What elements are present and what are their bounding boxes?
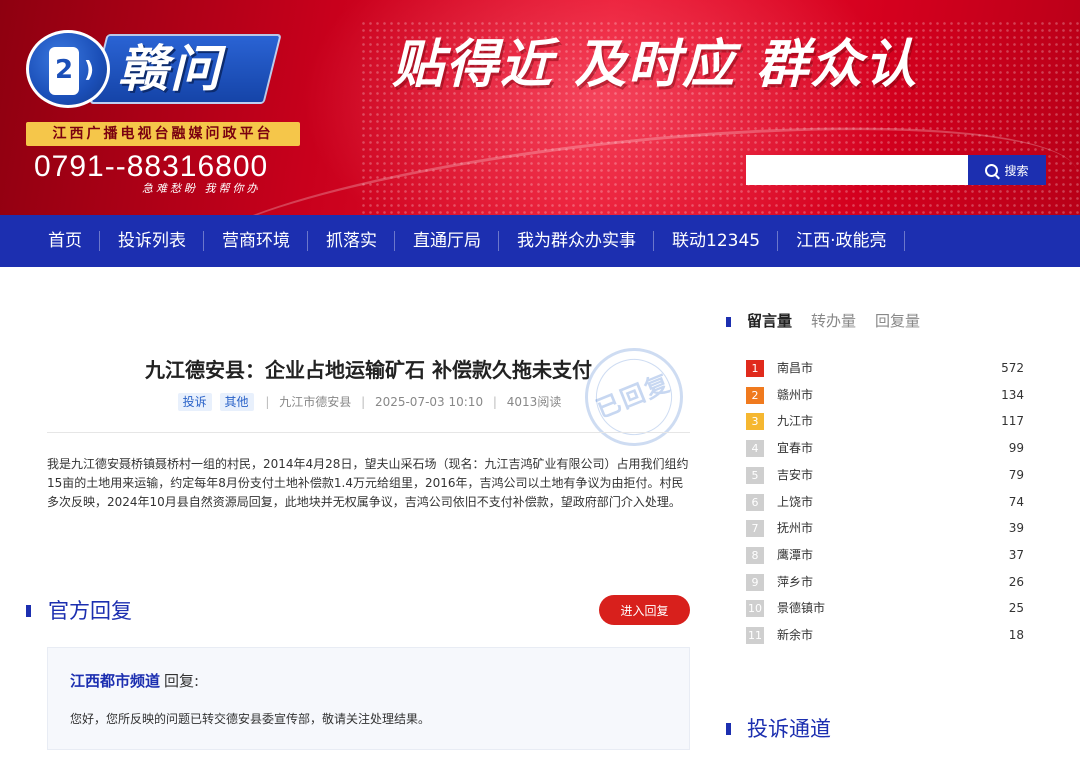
rank-badge: 3: [746, 413, 764, 430]
search-input[interactable]: [746, 155, 968, 185]
header-banner: 2 ) 赣问 江西广播电视台融媒问政平台 0791--88316800 急难愁盼…: [0, 0, 1080, 215]
search-button-label: 搜索: [1004, 163, 1029, 178]
rank-city: 九江市: [777, 414, 814, 428]
official-reply-heading: 官方回复: [26, 596, 326, 626]
article-location: 九江市德安县: [279, 395, 352, 409]
enter-reply-button[interactable]: 进入回复: [599, 595, 690, 625]
hotline-subtitle: 急难愁盼 我帮你办: [142, 182, 261, 195]
rank-count: 26: [1008, 575, 1024, 589]
tab-reply-count[interactable]: 回复量: [875, 308, 920, 334]
nav-item-implementation[interactable]: 抓落实: [308, 215, 395, 267]
article-datetime: 2025-07-03 10:10: [374, 395, 484, 409]
logo-text: 赣问: [118, 40, 222, 98]
tab-message-count[interactable]: 留言量: [747, 308, 792, 334]
nav-item-zhengnengliang[interactable]: 江西·政能亮: [778, 215, 905, 267]
meta-separator: |: [265, 395, 270, 409]
stats-tabs: 留言量 转办量 回复量: [726, 308, 1056, 334]
rank-count: 117: [1001, 414, 1024, 428]
rank-count: 572: [1001, 361, 1024, 375]
nav-item-home[interactable]: 首页: [30, 215, 100, 267]
rank-count: 25: [1008, 601, 1024, 615]
search-icon: [985, 163, 999, 177]
rank-city: 抚州市: [777, 521, 814, 535]
nav-item-business-environment[interactable]: 营商环境: [204, 215, 308, 267]
rank-city: 上饶市: [777, 495, 814, 509]
rank-badge: 9: [746, 574, 764, 591]
rank-city: 南昌市: [777, 361, 814, 375]
heading-marker: [26, 605, 31, 617]
rank-city: 赣州市: [777, 388, 814, 402]
ranking-row[interactable]: 10 景德镇市 25: [746, 598, 1026, 618]
signal-wave-icon: ): [84, 58, 95, 83]
rank-count: 134: [1001, 388, 1024, 402]
rank-badge: 4: [746, 440, 764, 457]
rank-badge: 7: [746, 520, 764, 537]
rank-city: 鹰潭市: [777, 548, 814, 562]
reply-org[interactable]: 江西都市频道: [70, 672, 160, 690]
rank-badge: 6: [746, 494, 764, 511]
rank-city: 景德镇市: [777, 601, 826, 615]
rank-badge: 2: [746, 387, 764, 404]
ranking-row[interactable]: 6 上饶市 74: [746, 492, 1026, 512]
rank-city: 新余市: [777, 628, 814, 642]
article-read-count: 4013阅读: [506, 395, 562, 409]
official-reply-title: 官方回复: [48, 599, 132, 623]
rank-city: 萍乡市: [777, 575, 814, 589]
meta-separator: |: [361, 395, 366, 409]
nav-item-direct-departments[interactable]: 直通厅局: [395, 215, 499, 267]
hotline-number: 0791--88316800: [34, 150, 269, 183]
ranking-row[interactable]: 11 新余市 18: [746, 625, 1026, 645]
site-logo[interactable]: 2 ) 赣问: [26, 28, 282, 108]
rank-count: 74: [1008, 495, 1024, 509]
tag-complaint[interactable]: 投诉: [177, 393, 212, 411]
replied-stamp: 已回复: [570, 333, 698, 461]
ranking-row[interactable]: 8 鹰潭市 37: [746, 545, 1026, 565]
rank-badge: 11: [746, 627, 764, 644]
rank-city: 吉安市: [777, 468, 814, 482]
article-divider: [47, 432, 690, 433]
nav-item-complaint-list[interactable]: 投诉列表: [100, 215, 204, 267]
logo-number: 2: [54, 55, 74, 85]
ranking-row[interactable]: 3 九江市 117: [746, 411, 1026, 431]
rank-count: 18: [1008, 628, 1024, 642]
ranking-row[interactable]: 1 南昌市 572: [746, 358, 1026, 378]
complaint-channel-heading: 投诉通道: [726, 714, 1056, 744]
rank-badge: 5: [746, 467, 764, 484]
main-nav: 首页 投诉列表 营商环境 抓落实 直通厅局 我为群众办实事 联动12345 江西…: [0, 215, 1080, 267]
search-button[interactable]: 搜索: [968, 155, 1046, 185]
reply-text: 您好，您所反映的问题已转交德安县委宣传部，敬请关注处理结果。: [70, 712, 431, 726]
rank-city: 宜春市: [777, 441, 814, 455]
ranking-row[interactable]: 9 萍乡市 26: [746, 572, 1026, 592]
heading-marker: [726, 723, 731, 735]
rank-badge: 1: [746, 360, 764, 377]
tag-other[interactable]: 其他: [219, 393, 254, 411]
rank-count: 99: [1008, 441, 1024, 455]
reply-card: 江西都市频道 回复: 您好，您所反映的问题已转交德安县委宣传部，敬请关注处理结果。: [47, 647, 690, 750]
heading-marker: [726, 317, 731, 327]
rank-badge: 8: [746, 547, 764, 564]
banner-slogan: 贴得近 及时应 群众认: [392, 35, 919, 95]
ranking-row[interactable]: 7 抚州市 39: [746, 518, 1026, 538]
ranking-row[interactable]: 2 赣州市 134: [746, 385, 1026, 405]
reply-label: 回复:: [164, 672, 200, 690]
meta-separator: |: [492, 395, 497, 409]
ranking-row[interactable]: 4 宜春市 99: [746, 438, 1026, 458]
rank-count: 79: [1008, 468, 1024, 482]
complaint-channel-title: 投诉通道: [747, 717, 831, 741]
rank-count: 39: [1008, 521, 1024, 535]
platform-name: 江西广播电视台融媒问政平台: [26, 122, 300, 146]
rank-count: 37: [1008, 548, 1024, 562]
nav-item-12345[interactable]: 联动12345: [654, 215, 779, 267]
ranking-row[interactable]: 5 吉安市 79: [746, 465, 1026, 485]
logo-badge: 2 ): [26, 30, 110, 108]
reply-header: 江西都市频道 回复:: [70, 670, 199, 692]
article-body: 我是九江德安聂桥镇聂桥村一组的村民，2014年4月28日，望夫山采石场（现名：九…: [47, 457, 689, 509]
tab-transfer-count[interactable]: 转办量: [811, 308, 856, 334]
rank-badge: 10: [746, 600, 764, 617]
nav-item-serve-the-people[interactable]: 我为群众办实事: [499, 215, 654, 267]
